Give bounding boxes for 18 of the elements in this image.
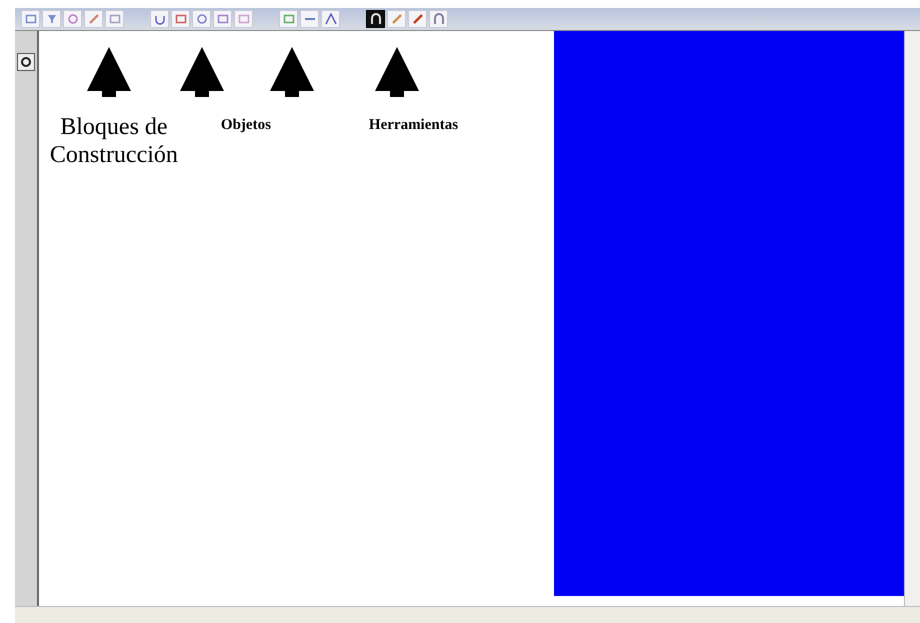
circle-icon [20,56,32,68]
ruler-button[interactable] [16,53,35,71]
arch-icon [370,13,382,25]
square-icon [24,13,36,25]
arch-icon [432,13,444,25]
circle-icon [66,13,78,25]
annotation-label: Herramientas [368,117,458,134]
annotation-label: Bloques de Construcción [48,113,179,169]
annotation-label: Objetos [220,117,271,134]
pen-icon [88,13,100,25]
cup-icon [154,13,166,25]
rectangle-icon [282,13,294,25]
toolbar-button[interactable] [366,10,385,28]
square-icon [108,13,120,25]
scrollbar[interactable] [904,31,920,606]
brush-icon [412,13,424,25]
circle-icon [196,13,208,25]
pencil-icon [390,13,402,25]
